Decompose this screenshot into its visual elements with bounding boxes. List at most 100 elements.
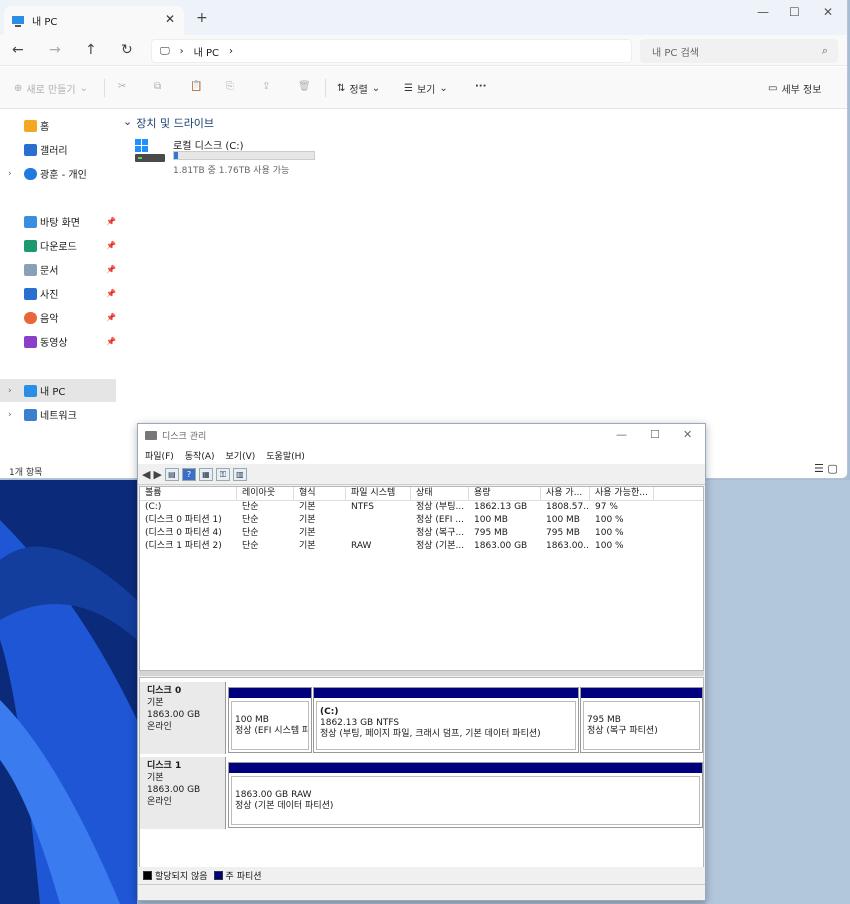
nav-item-this-pc[interactable]: › 내 PC [0,379,116,402]
more-options-button[interactable]: ··· [475,81,486,92]
chevron-right-icon[interactable]: › [8,410,12,420]
nav-item-network[interactable]: › 네트워크 [0,403,116,426]
view-button[interactable]: ☰ 보기 ⌄ [404,81,448,96]
drive-name: 로컬 디스크 (C:) [173,141,244,152]
nav-item-downloads[interactable]: 다운로드 📌 [0,234,116,257]
disk-1-label[interactable]: 디스크 1 기본 1863.00 GB 온라인 [140,757,226,829]
partition-raw[interactable]: 1863.00 GB RAW 정상 (기본 데이터 파티션) [228,762,703,828]
rename-button[interactable]: ⎘ [226,81,234,92]
close-button[interactable]: ✕ [683,428,692,441]
nav-item-music[interactable]: 음악 📌 [0,306,116,329]
menu-help[interactable]: 도움말(H) [266,449,305,462]
properties-icon[interactable]: ▦ [198,467,213,481]
col-layout[interactable]: 레이아웃 [237,487,294,500]
disk-1-row: 디스크 1 기본 1863.00 GB 온라인 1863.00 GB RAW 정… [140,757,703,829]
cell: 100 % [595,515,624,525]
console-tree-icon[interactable]: ▤ [164,467,179,481]
disk-state: 온라인 [147,797,172,807]
maximize-button[interactable]: ☐ [650,428,660,441]
chevron-right-icon[interactable]: › [8,386,12,396]
tab-bar: 내 PC ✕ + — ☐ ✕ [0,0,847,35]
disk-graphical-view: 디스크 0 기본 1863.00 GB 온라인 100 MB 정상 (EFI 시… [139,677,704,868]
sort-button[interactable]: ⇅ 정렬 ⌄ [337,81,380,96]
nav-label: 다운로드 [40,242,77,253]
search-placeholder: 내 PC 검색 [652,47,699,59]
table-row[interactable]: (디스크 1 파티션 2) 단순 기본 RAW 정상 (기본... 1863.0… [140,540,703,553]
share-button[interactable]: ⇪ [262,81,270,92]
copy-button[interactable]: ⧉ [154,81,161,92]
forward-button[interactable]: → [49,42,61,58]
menu-file[interactable]: 파일(F) [145,449,174,462]
col-filesystem[interactable]: 파일 시스템 [346,487,411,500]
close-tab-icon[interactable]: ✕ [165,12,175,26]
chevron-down-icon: ⌄ [439,83,448,94]
breadcrumb[interactable]: 내 PC [194,44,219,59]
menu-view[interactable]: 보기(V) [226,449,256,462]
col-volume[interactable]: 볼륨 [140,487,237,500]
view-toggle-icons[interactable]: ☰ ▢ [814,462,838,475]
list-view-icon[interactable]: ▥ [232,467,247,481]
partition-efi[interactable]: 100 MB 정상 (EFI 시스템 파 [228,687,312,753]
address-box[interactable]: 🖵 › 내 PC › [151,39,632,63]
col-capacity[interactable]: 용량 [469,487,541,500]
volume-list-header: 볼륨 레이아웃 형식 파일 시스템 상태 용량 사용 가... 사용 가능한..… [140,487,703,501]
cell: 100 % [595,541,624,551]
refresh-button[interactable]: ↻ [121,42,133,58]
cell: (디스크 1 파티션 2) [145,541,222,551]
divider [104,79,105,97]
trash-icon: 🗑 [298,81,311,92]
paste-button[interactable]: 📋 [190,81,202,92]
drive-item-c[interactable]: 로컬 디스크 (C:) 1.81TB 중 1.76TB 사용 가능 [133,135,333,176]
details-button[interactable]: ▭ 세부 정보 [768,81,821,96]
minimize-button[interactable]: — [616,428,627,441]
chevron-right-icon[interactable]: › [8,169,12,179]
legend: 할당되지 않음 주 파티션 [139,867,704,884]
nav-item-home[interactable]: 홈 [0,114,116,137]
back-button[interactable]: ← [12,42,24,58]
nav-label: 광훈 - 개인 [40,170,87,181]
drive-usage-bar [173,151,315,160]
pane-splitter[interactable] [139,671,704,676]
cell: 단순 [242,528,259,538]
nav-item-pictures[interactable]: 사진 📌 [0,282,116,305]
nav-item-gallery[interactable]: 갤러리 [0,138,116,161]
help-icon[interactable]: ? [181,467,196,481]
col-percent-free[interactable]: 사용 가능한... [590,487,654,500]
table-row[interactable]: (C:) 단순 기본 NTFS 정상 (부팅... 1862.13 GB 180… [140,501,703,514]
disk-0-label[interactable]: 디스크 0 기본 1863.00 GB 온라인 [140,682,226,754]
table-row[interactable]: (디스크 0 파티션 1) 단순 기본 정상 (EFI ... 100 MB 1… [140,514,703,527]
minimize-button[interactable]: — [757,5,769,19]
key-icon[interactable]: ⚿ [215,467,230,481]
group-header[interactable]: ⌄ 장치 및 드라이브 [123,115,214,131]
legend-primary: 주 파티션 [225,872,262,882]
nav-item-videos[interactable]: 동영상 📌 [0,330,116,353]
legend-swatch-primary [213,871,223,880]
cell: 기본 [299,541,316,551]
table-row[interactable]: (디스크 0 파티션 4) 단순 기본 정상 (복구... 795 MB 795… [140,527,703,540]
col-status[interactable]: 상태 [411,487,469,500]
delete-button[interactable]: 🗑 [298,81,311,92]
nav-label: 네트워크 [40,411,77,422]
cut-button[interactable]: ✂ [118,81,126,92]
nav-item-onedrive[interactable]: › 광훈 - 개인 [0,162,116,185]
close-button[interactable]: ✕ [823,5,833,19]
dm-title: 디스크 관리 [162,431,207,442]
partition-stripe [229,688,311,698]
up-button[interactable]: ↑ [85,42,97,58]
partition-recovery[interactable]: 795 MB 정상 (복구 파티션) [580,687,703,753]
col-type[interactable]: 형식 [294,487,346,500]
maximize-button[interactable]: ☐ [789,5,800,19]
menu-action[interactable]: 동작(A) [185,449,215,462]
partition-c[interactable]: (C:) 1862.13 GB NTFS 정상 (부팅, 페이지 파일, 크래시… [313,687,579,753]
new-tab-button[interactable]: + [196,10,208,26]
back-arrow-icon[interactable]: ◀ [142,468,150,481]
nav-item-desktop[interactable]: 바탕 화면 📌 [0,210,116,233]
col-free[interactable]: 사용 가... [541,487,590,500]
new-button[interactable]: ⊕ 새로 만들기 ⌄ [14,81,88,96]
chevron-down-icon: ⌄ [123,115,133,128]
search-input[interactable]: 내 PC 검색 ⌕ [640,39,838,63]
forward-arrow-icon[interactable]: ▶ [153,468,161,481]
nav-item-documents[interactable]: 문서 📌 [0,258,116,281]
share-icon: ⇪ [262,81,271,92]
tab-this-pc[interactable]: 내 PC ✕ [4,6,184,35]
